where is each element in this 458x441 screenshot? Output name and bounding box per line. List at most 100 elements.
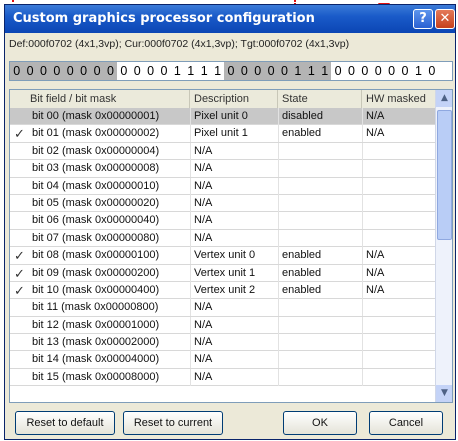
table-row[interactable]: bit 04 (mask 0x00000010) N/A	[10, 177, 435, 195]
description-cell: Pixel unit 1	[190, 125, 278, 143]
bit-cell[interactable]: 0	[398, 62, 411, 80]
scroll-up-arrow-icon[interactable]: ▲	[436, 90, 452, 107]
table-row[interactable]: bit 15 (mask 0x00008000) N/A	[10, 368, 435, 387]
column-header-description[interactable]: Description	[190, 90, 278, 108]
table-row[interactable]: ✓ bit 10 (mask 0x00000400) Vertex unit 2 en…	[10, 281, 435, 300]
bit-cell[interactable]: 0	[103, 62, 118, 80]
bitfield-cell: bit 12 (mask 0x00001000)	[32, 318, 160, 331]
bit-cell[interactable]: 1	[197, 62, 210, 80]
close-icon: ✕	[439, 11, 451, 26]
bitfield-cell: bit 05 (mask 0x00000020)	[32, 196, 160, 209]
state-cell	[278, 212, 362, 230]
table-row[interactable]: bit 03 (mask 0x00000008) N/A	[10, 160, 435, 178]
bit-cell[interactable]: 1	[184, 62, 197, 80]
bit-cell[interactable]: 1	[171, 62, 184, 80]
bitfield-list[interactable]: Bit field / bit mask Description State H…	[9, 89, 453, 403]
table-row[interactable]: ✓ bit 01 (mask 0x00000002) Pixel unit 1 ena…	[10, 125, 435, 143]
scrollbar-thumb[interactable]	[437, 110, 452, 240]
table-row[interactable]: bit 13 (mask 0x00002000) N/A	[10, 334, 435, 352]
ok-button[interactable]: OK	[283, 411, 357, 435]
table-row[interactable]: bit 07 (mask 0x00000080) N/A	[10, 229, 435, 248]
description-cell: N/A	[190, 299, 278, 317]
description-cell: N/A	[190, 351, 278, 369]
bit-cell[interactable]: 0	[385, 62, 398, 80]
bit-cell[interactable]: 0	[251, 62, 265, 80]
hw-masked-cell: N/A	[362, 264, 435, 282]
bitmask-strip[interactable]: 00000000000011110000011100000010	[9, 61, 453, 81]
list-header: Bit field / bit mask Description State H…	[10, 90, 435, 109]
bitfield-cell: bit 09 (mask 0x00000200)	[32, 266, 160, 279]
bit-cell[interactable]: 0	[237, 62, 252, 80]
bit-cell[interactable]: 0	[131, 62, 144, 80]
table-row[interactable]: bit 02 (mask 0x00000004) N/A	[10, 142, 435, 161]
help-button[interactable]: ?	[413, 9, 433, 29]
table-row[interactable]: bit 06 (mask 0x00000040) N/A	[10, 212, 435, 230]
bit-cell[interactable]: 0	[50, 62, 64, 80]
vertical-scrollbar[interactable]: ▲ ▼	[435, 90, 452, 402]
bit-cell[interactable]: 0	[117, 62, 130, 80]
table-row[interactable]: bit 00 (mask 0x00000001) Pixel unit 0 disa…	[10, 108, 435, 126]
bit-cell[interactable]: 0	[144, 62, 157, 80]
hw-masked-cell	[362, 316, 435, 334]
bitfield-cell: bit 11 (mask 0x00000800)	[32, 301, 159, 314]
hw-masked-cell	[362, 177, 435, 195]
state-cell	[278, 299, 362, 317]
bit-cell[interactable]: 0	[157, 62, 170, 80]
bitfield-cell: bit 13 (mask 0x00002000)	[32, 336, 160, 349]
cancel-button[interactable]: Cancel	[369, 411, 443, 435]
bit-cell[interactable]: 0	[372, 62, 385, 80]
bit-cell[interactable]: 0	[90, 62, 104, 80]
state-cell	[278, 334, 362, 352]
table-row[interactable]: ✓ bit 09 (mask 0x00000200) Vertex unit 1 en…	[10, 264, 435, 282]
bit-cell[interactable]: 0	[264, 62, 278, 80]
state-cell: disabled	[278, 108, 362, 125]
column-header-state[interactable]: State	[278, 90, 362, 108]
bit-cell[interactable]: 0	[425, 62, 438, 80]
description-cell: Pixel unit 0	[190, 108, 278, 125]
bit-cell[interactable]: 0	[277, 62, 292, 80]
bitfield-cell: bit 07 (mask 0x00000080)	[32, 231, 160, 244]
bit-cell[interactable]: 0	[345, 62, 358, 80]
title-bar[interactable]: Custom graphics processor configuration …	[5, 5, 455, 33]
close-button[interactable]: ✕	[435, 9, 455, 29]
bit-cell[interactable]: 1	[291, 62, 305, 80]
bit-cell[interactable]: 0	[36, 62, 51, 80]
bit-cell[interactable]: 1	[304, 62, 318, 80]
hw-masked-cell	[362, 142, 435, 160]
description-cell: Vertex unit 2	[190, 281, 278, 299]
bit-cell[interactable]: 1	[412, 62, 425, 80]
bit-cell[interactable]: 0	[10, 62, 24, 80]
description-cell: N/A	[190, 212, 278, 230]
hw-masked-cell	[362, 229, 435, 247]
hw-masked-cell	[362, 212, 435, 230]
table-row[interactable]: ✓ bit 08 (mask 0x00000100) Vertex unit 0 en…	[10, 247, 435, 265]
bitfield-cell: bit 06 (mask 0x00000040)	[32, 214, 160, 227]
bit-cell[interactable]: 0	[224, 62, 238, 80]
config-dialog: Custom graphics processor configuration …	[4, 4, 456, 440]
state-cell	[278, 142, 362, 160]
bit-cell[interactable]: 0	[331, 62, 344, 80]
hw-masked-cell: N/A	[362, 108, 435, 125]
state-cell: enabled	[278, 125, 362, 143]
state-cell	[278, 160, 362, 178]
description-cell: Vertex unit 0	[190, 247, 278, 265]
reset-to-current-button[interactable]: Reset to current	[123, 411, 223, 435]
bit-cell[interactable]: 0	[23, 62, 37, 80]
bitfield-cell: bit 00 (mask 0x00000001)	[32, 110, 160, 122]
bit-cell[interactable]: 1	[211, 62, 224, 80]
bit-cell[interactable]: 0	[63, 62, 77, 80]
state-cell	[278, 316, 362, 334]
table-row[interactable]: bit 14 (mask 0x00004000) N/A	[10, 351, 435, 369]
column-header-hw-masked[interactable]: HW masked	[362, 90, 435, 108]
column-header-bitfield[interactable]: Bit field / bit mask	[10, 90, 190, 108]
bit-cell[interactable]: 1	[317, 62, 332, 80]
table-row[interactable]: bit 11 (mask 0x00000800) N/A	[10, 299, 435, 317]
description-cell: N/A	[190, 368, 278, 386]
bit-cell[interactable]: 0	[76, 62, 91, 80]
reset-to-default-button[interactable]: Reset to default	[15, 411, 115, 435]
description-cell: N/A	[190, 316, 278, 334]
table-row[interactable]: bit 12 (mask 0x00001000) N/A	[10, 316, 435, 335]
bit-cell[interactable]: 0	[358, 62, 371, 80]
scroll-down-arrow-icon[interactable]: ▼	[436, 385, 452, 402]
table-row[interactable]: bit 05 (mask 0x00000020) N/A	[10, 194, 435, 213]
